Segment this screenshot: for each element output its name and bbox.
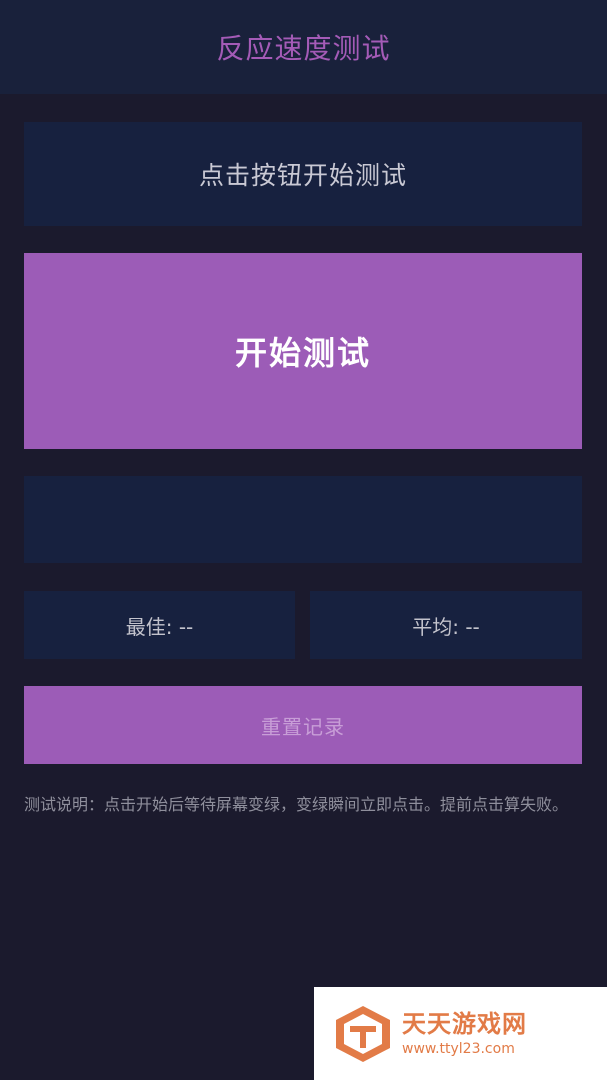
- reset-records-label: 重置记录: [261, 716, 345, 739]
- status-text: 点击按钮开始测试: [198, 161, 407, 190]
- watermark-logo-icon: [336, 1005, 390, 1062]
- watermark-url: www.ttyl23.com: [402, 1040, 515, 1057]
- best-time-text: 最佳: --: [125, 614, 194, 639]
- test-instructions: 测试说明：点击开始后等待屏幕变绿，变绿瞬间立即点击。提前点击算失败。: [24, 795, 569, 814]
- watermark-badge: 天天游戏网 www.ttyl23.com: [314, 987, 607, 1080]
- page-title: 反应速度测试: [216, 32, 391, 65]
- start-test-button[interactable]: 开始测试: [24, 253, 582, 449]
- start-test-label: 开始测试: [234, 335, 371, 371]
- average-time-text: 平均: --: [412, 614, 480, 639]
- best-time-box: 最佳: --: [24, 591, 295, 659]
- watermark-name: 天天游戏网: [402, 1009, 527, 1038]
- app-header: 反应速度测试: [0, 0, 607, 94]
- average-time-box: 平均: --: [310, 591, 582, 659]
- status-panel: 点击按钮开始测试: [24, 122, 582, 226]
- result-panel: [24, 476, 582, 563]
- reset-records-button[interactable]: 重置记录: [24, 686, 582, 764]
